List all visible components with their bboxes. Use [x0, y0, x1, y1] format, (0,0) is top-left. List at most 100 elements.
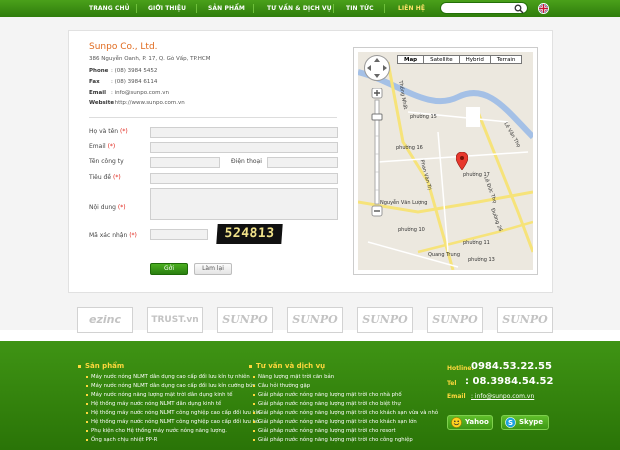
hotline-number: 0984.53.22.55 [471, 361, 552, 372]
map-tab-satellite[interactable]: Satellite [423, 55, 460, 64]
company-field[interactable] [150, 157, 220, 168]
footer-service-link[interactable]: Câu hỏi thường gặp [253, 383, 310, 389]
footer-product-link[interactable]: Hệ thống máy nước nóng NLMT dân dụng kin… [86, 401, 221, 407]
nav-separator [196, 4, 197, 13]
nav-separator [253, 4, 254, 13]
skype-icon: S [505, 417, 516, 428]
hotline-label: Hotline: [447, 365, 474, 372]
footer-product-link[interactable]: Ống sạch chịu nhiệt PP-R [86, 437, 157, 443]
phone-field[interactable] [267, 157, 338, 168]
map-label: phường 11 [463, 240, 490, 246]
fax-label: Fax [89, 79, 100, 85]
tel-label: Tel [447, 380, 457, 387]
map-tab-terrain[interactable]: Terrain [489, 55, 523, 64]
map-pan-control-icon[interactable] [363, 54, 391, 82]
footer-service-link[interactable]: Giải pháp nước nóng năng lượng mặt trời … [253, 428, 396, 434]
footer-product-link[interactable]: Hệ thống máy nước nóng NLMT công nghiệp … [86, 419, 259, 425]
footer-service-link[interactable]: Giải pháp nước nóng năng lượng mặt trời … [253, 401, 401, 407]
uk-flag-icon[interactable] [538, 3, 549, 14]
top-nav: TRANG CHỦ GIỚI THIỆU SẢN PHẨM TƯ VẤN & D… [0, 0, 620, 17]
footer-service-link[interactable]: Giải pháp nước nóng năng lượng mặt trời … [253, 392, 402, 398]
partner-logo-ezinc[interactable]: ezinc [77, 307, 133, 333]
search-input[interactable] [446, 4, 511, 13]
subject-field[interactable] [150, 173, 338, 184]
footer-email-link[interactable]: : info@sunpo.com.vn [471, 393, 534, 400]
map-marker-icon[interactable] [456, 152, 468, 170]
map-label: Quang Trung [428, 252, 460, 258]
content-textarea[interactable] [150, 188, 338, 220]
nav-separator [333, 4, 334, 13]
map-tab-map[interactable]: Map [397, 55, 425, 64]
fax-row: Fax: (08) 3984 6114 [89, 79, 157, 85]
partner-logo-trust[interactable]: TRUST.vn [147, 307, 203, 333]
company-name: Sunpo Co., Ltd. [89, 42, 158, 52]
footer-product-link[interactable]: Phụ kiện cho Hệ thống máy nước nóng năng… [86, 428, 227, 434]
email-label: Email [89, 90, 106, 96]
map-type-tabs: Map Satellite Hybrid Terrain [397, 55, 523, 64]
svg-text:S: S [508, 419, 513, 427]
nav-separator [136, 4, 137, 13]
partner-logo-sunpo[interactable]: SUNPO [427, 307, 483, 333]
partner-logo-sunpo[interactable]: SUNPO [357, 307, 413, 333]
email-label: Email (*) [89, 143, 116, 150]
submit-button[interactable]: Gởi [150, 263, 188, 275]
captcha-field[interactable] [150, 229, 208, 240]
nav-news[interactable]: TIN TỨC [346, 0, 374, 17]
tel-number: : 08.3984.54.52 [465, 376, 554, 387]
captcha-image: 524813 [216, 224, 283, 244]
phone-value: : (08) 3984 5452 [111, 68, 158, 74]
company-label: Tên công ty [89, 158, 124, 165]
map-view[interactable]: phường 15 phường 16 phường 17 phường 10 … [358, 52, 533, 270]
content-label: Nội dung (*) [89, 204, 126, 211]
footer-service-link[interactable]: Giải pháp nước nóng năng lượng mặt trời … [253, 410, 438, 416]
email-value[interactable]: : info@sunpo.com.vn [111, 90, 169, 96]
subject-label: Tiêu đề (*) [89, 174, 121, 181]
partner-logo-sunpo[interactable]: SUNPO [287, 307, 343, 333]
nav-separator [384, 4, 385, 13]
website-value[interactable]: : http://www.sunpo.com.vn [111, 100, 185, 106]
map-label: phường 16 [396, 145, 423, 151]
footer-products-title: Sản phẩm [78, 362, 124, 370]
footer-product-link[interactable]: Hệ thống máy nước nóng NLMT công nghiệp … [86, 410, 260, 416]
captcha-label: Mã xác nhận (*) [89, 232, 137, 239]
nav-products[interactable]: SẢN PHẨM [208, 0, 245, 17]
footer-email-label: Email [447, 393, 466, 400]
phone-label: Phone [89, 68, 109, 74]
search-icon[interactable] [514, 4, 524, 14]
partner-logo-sunpo[interactable]: SUNPO [217, 307, 273, 333]
map-label: Nguyễn Văn Lượng [380, 200, 428, 206]
footer-product-link[interactable]: Máy nước nóng NLMT dân dụng cao cấp đối … [86, 374, 250, 380]
skype-label: Skype [519, 418, 544, 426]
name-field[interactable] [150, 127, 338, 138]
email-row: Email : info@sunpo.com.vn [89, 90, 169, 96]
map-label: phường 15 [410, 114, 437, 120]
map-label: phường 13 [468, 257, 495, 263]
footer-service-link[interactable]: Giải pháp nước nóng năng lượng mặt trời … [253, 419, 417, 425]
partner-logo-sunpo[interactable]: SUNPO [497, 307, 553, 333]
name-label: Họ và tên (*) [89, 128, 128, 135]
footer-service-link[interactable]: Giải pháp nước nóng năng lượng mặt trời … [253, 437, 413, 443]
footer-product-link[interactable]: Máy nước nóng NLMT dân dụng cao cấp đối … [86, 383, 255, 389]
phone-row: Phone: (08) 3984 5452 [89, 68, 157, 74]
nav-home[interactable]: TRANG CHỦ [89, 0, 130, 17]
nav-contact[interactable]: LIÊN HỆ [398, 0, 425, 17]
yahoo-smiley-icon [451, 417, 462, 428]
nav-services[interactable]: TƯ VẤN & DỊCH VỤ [267, 0, 332, 17]
email-field[interactable] [150, 142, 338, 153]
reset-button[interactable]: Làm lại [194, 263, 232, 275]
footer-product-link[interactable]: Máy nước nóng năng lượng mặt trời dân dụ… [86, 392, 233, 398]
divider [89, 117, 337, 118]
search-box [440, 2, 528, 14]
yahoo-label: Yahoo [465, 418, 489, 426]
company-address: 386 Nguyễn Oanh, P. 17, Q. Gò Vấp, TP.HC… [89, 56, 211, 62]
map-label: phường 10 [398, 227, 425, 233]
map-tab-hybrid[interactable]: Hybrid [458, 55, 491, 64]
nav-about[interactable]: GIỚI THIỆU [148, 0, 186, 17]
skype-button[interactable]: S Skype [501, 415, 549, 430]
footer-service-link[interactable]: Năng lượng mặt trời căn bản [253, 374, 334, 380]
footer-services-title: Tư vấn và dịch vụ [249, 362, 325, 370]
yahoo-button[interactable]: Yahoo [447, 415, 493, 430]
map-zoom-slider[interactable] [371, 88, 383, 218]
phone-field-label: Điện thoại [231, 158, 262, 165]
website-row: Website: http://www.sunpo.com.vn [89, 100, 185, 106]
